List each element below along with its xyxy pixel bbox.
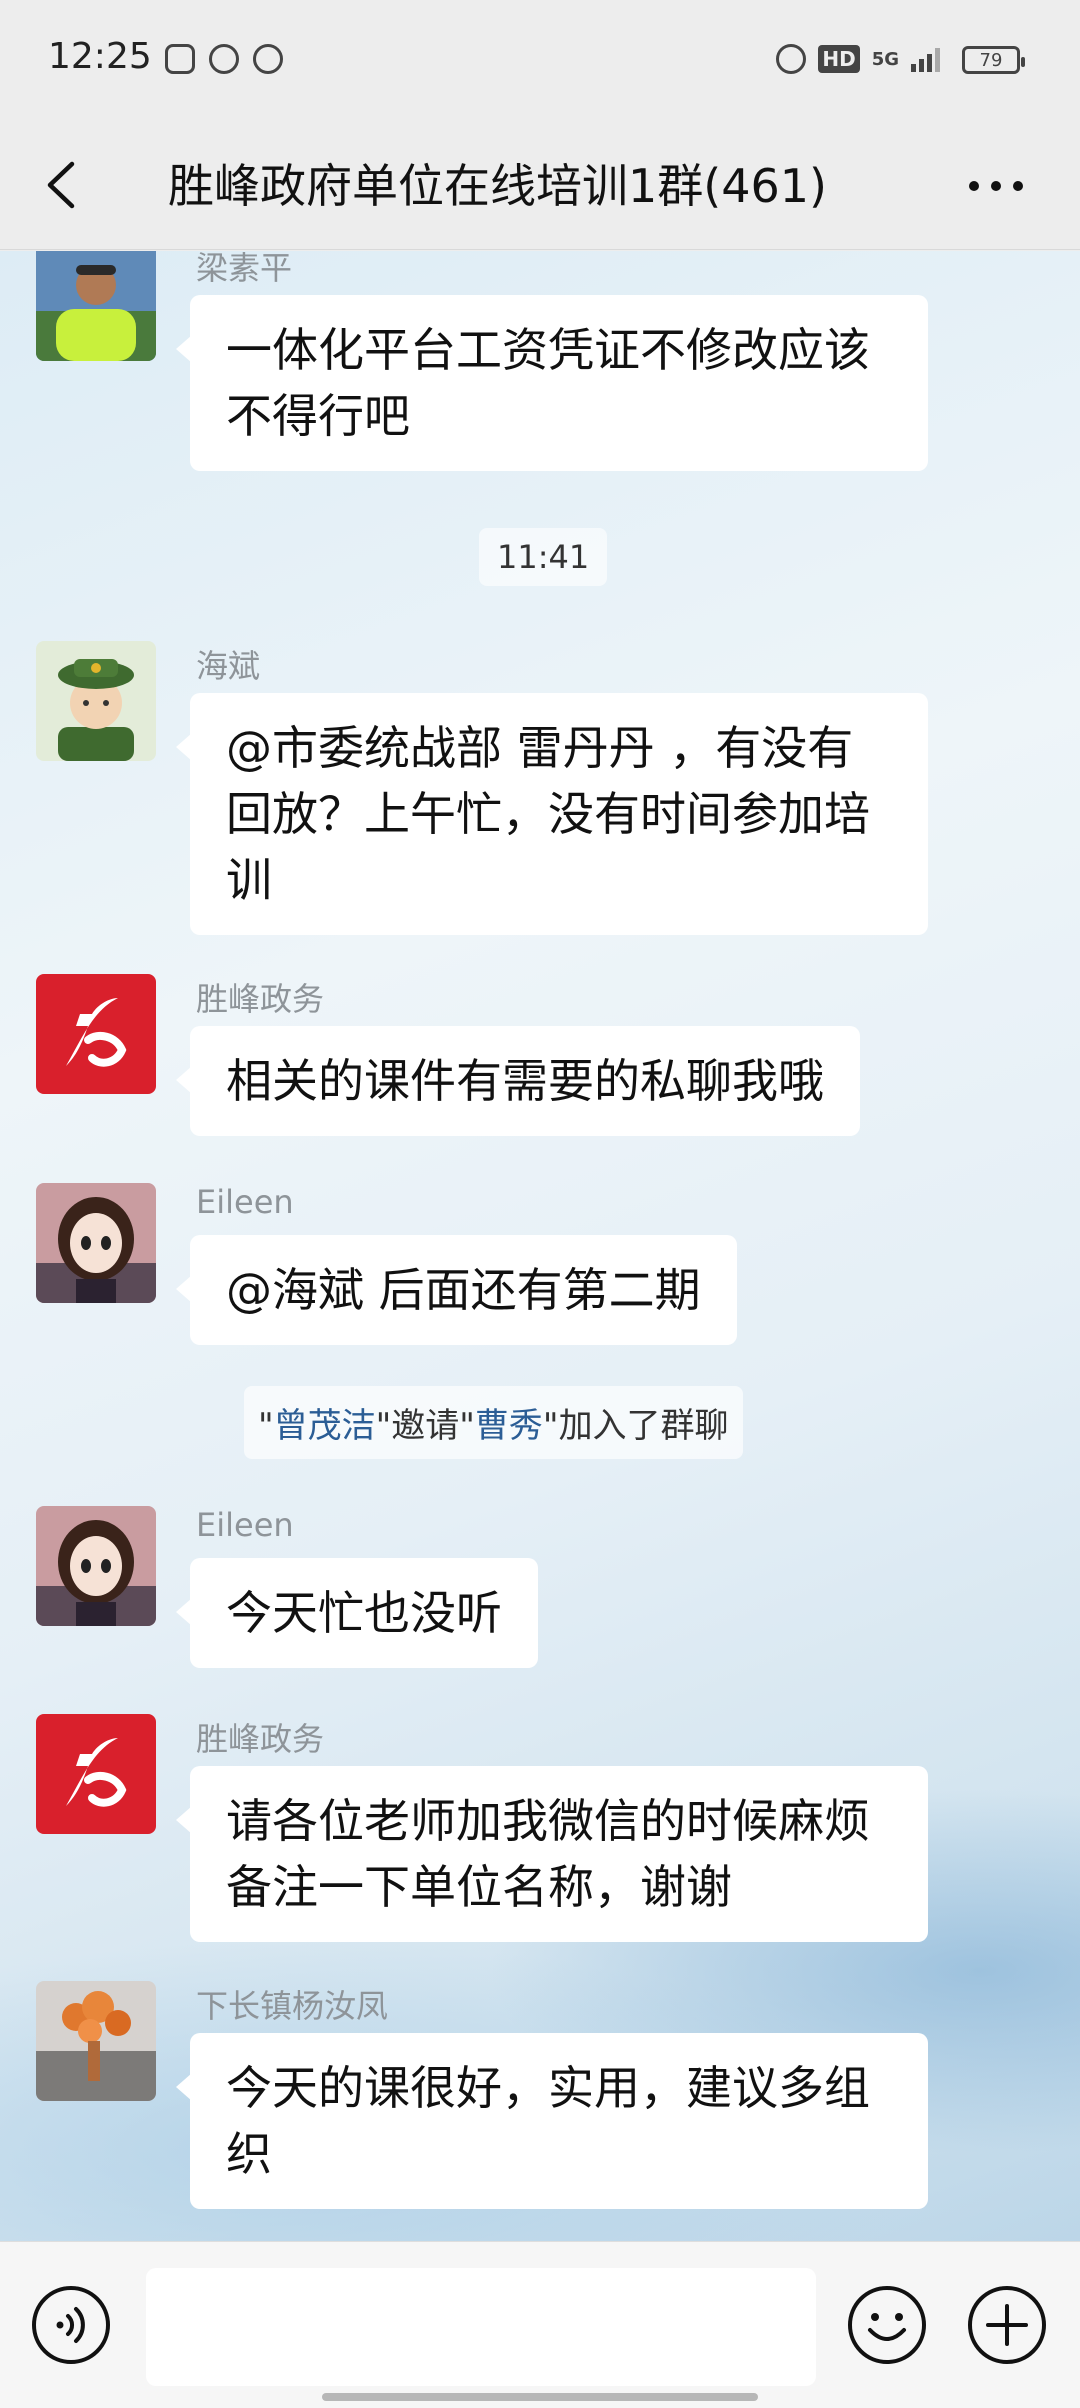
- chat-title: 胜峰政府单位在线培训1群(461): [168, 159, 827, 213]
- message-icon: [209, 44, 239, 74]
- message-text: 一体化平台工资凭证不修改应该不得行吧: [226, 323, 870, 443]
- sender-name: 海斌: [196, 647, 261, 685]
- avatar[interactable]: [36, 1183, 156, 1303]
- message-input[interactable]: [146, 2268, 816, 2386]
- message-bubble[interactable]: 相关的课件有需要的私聊我哦: [176, 1026, 860, 1136]
- voice-icon[interactable]: [30, 2284, 112, 2366]
- message-bubble[interactable]: @海斌 后面还有第二期: [176, 1235, 737, 1345]
- message-bubble[interactable]: 请各位老师加我微信的时候麻烦备注一下单位名称，谢谢: [176, 1766, 928, 1942]
- app-notification-icon: [253, 44, 283, 74]
- sender-name: 胜峰政务: [196, 1720, 325, 1758]
- battery-level: 79: [979, 49, 1003, 71]
- message-bubble[interactable]: 今天忙也没听: [176, 1558, 538, 1668]
- message-text: 今天的课很好，实用，建议多组织: [226, 2061, 870, 2181]
- timestamp-divider: 11:41: [479, 528, 608, 586]
- avatar[interactable]: [36, 1714, 156, 1834]
- emoji-icon[interactable]: [846, 2284, 928, 2366]
- message-bubble[interactable]: 今天的课很好，实用，建议多组织: [176, 2033, 928, 2209]
- system-icons: HD 5G: [776, 44, 940, 74]
- inviter-name[interactable]: 曾茂洁: [274, 1406, 376, 1446]
- message-text: 请各位老师加我微信的时候麻烦备注一下单位名称，谢谢: [226, 1794, 870, 1914]
- chat-header: 胜峰政府单位在线培训1群(461): [0, 120, 1080, 250]
- avatar[interactable]: [36, 641, 156, 761]
- message-text: 今天忙也没听: [226, 1586, 502, 1640]
- sender-name: 梁素平: [196, 251, 293, 287]
- message-bubble[interactable]: @市委统战部 雷丹丹 ，有没有回放？上午忙，没有时间参加培训: [176, 693, 928, 935]
- chevron-left-icon[interactable]: [40, 158, 88, 212]
- invitee-name[interactable]: 曹秀: [475, 1406, 543, 1446]
- plus-icon[interactable]: [966, 2284, 1048, 2366]
- network-type: 5G: [871, 48, 899, 70]
- alarm-icon: [776, 44, 807, 74]
- message-text: @海斌 后面还有第二期: [226, 1263, 701, 1317]
- home-indicator[interactable]: [322, 2393, 758, 2401]
- screenshot-icon: [165, 44, 195, 74]
- hd-badge: HD: [818, 45, 860, 73]
- sender-name: 下长镇杨汝凤: [196, 1987, 389, 2025]
- battery-icon: 79: [962, 46, 1025, 74]
- status-bar: 12:25 HD 5G 79: [0, 0, 1080, 120]
- sender-name: Eileen: [196, 1183, 294, 1221]
- avatar[interactable]: [36, 974, 156, 1094]
- notification-icons: [165, 44, 283, 74]
- system-notice: "曾茂洁"邀请"曹秀"加入了群聊: [244, 1386, 743, 1459]
- chat-message-list[interactable]: 梁素平 一体化平台工资凭证不修改应该不得行吧 11:41 海斌 @市委统战部 雷…: [0, 251, 1080, 2241]
- avatar[interactable]: [36, 1981, 156, 2101]
- sender-name: 胜峰政务: [196, 980, 325, 1018]
- message-text: 相关的课件有需要的私聊我哦: [226, 1054, 824, 1108]
- message-text: @市委统战部 雷丹丹 ，有没有回放？上午忙，没有时间参加培训: [226, 721, 870, 907]
- avatar[interactable]: [36, 1506, 156, 1626]
- sender-name: Eileen: [196, 1506, 294, 1544]
- status-time: 12:25: [48, 36, 152, 77]
- timestamp-text: 11:41: [497, 538, 590, 576]
- signal-icon: [911, 46, 940, 72]
- more-horizontal-icon[interactable]: [964, 166, 1028, 206]
- message-bubble[interactable]: 一体化平台工资凭证不修改应该不得行吧: [176, 295, 928, 471]
- chat-input-bar: [0, 2241, 1080, 2408]
- avatar[interactable]: [36, 251, 156, 361]
